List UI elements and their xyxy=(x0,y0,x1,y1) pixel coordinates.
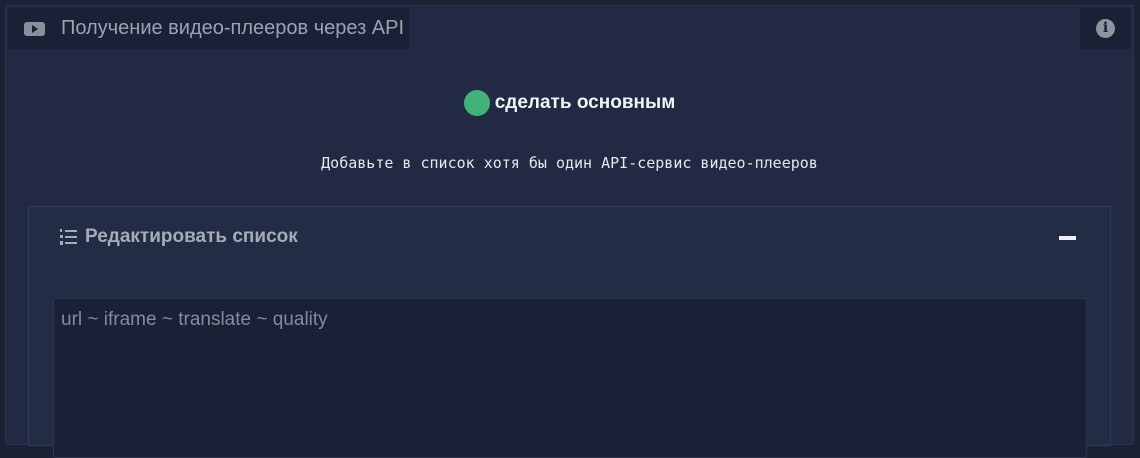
info-icon: i xyxy=(1096,19,1115,38)
player-list-textarea[interactable] xyxy=(53,298,1087,458)
minus-icon[interactable] xyxy=(1059,236,1076,240)
toggle-label[interactable]: сделать основным xyxy=(495,92,676,114)
youtube-play-icon xyxy=(24,21,45,36)
panel-title: Получение видео-плееров через API xyxy=(61,17,405,39)
numbered-list-icon xyxy=(60,229,77,245)
panel-header-tab: Получение видео-плееров через API xyxy=(8,8,409,49)
info-button[interactable]: i xyxy=(1080,8,1131,49)
edit-list-header[interactable]: Редактировать список xyxy=(59,226,298,248)
make-primary-toggle[interactable]: сделать основным xyxy=(6,90,1133,116)
toggle-indicator[interactable] xyxy=(463,90,490,116)
hint-text: Добавьте в список хотя бы один API-серви… xyxy=(321,154,818,172)
edit-list-title: Редактировать список xyxy=(85,226,298,247)
edit-list-card: Редактировать список xyxy=(28,206,1111,458)
api-players-panel: Получение видео-плееров через API i сдел… xyxy=(5,5,1134,458)
